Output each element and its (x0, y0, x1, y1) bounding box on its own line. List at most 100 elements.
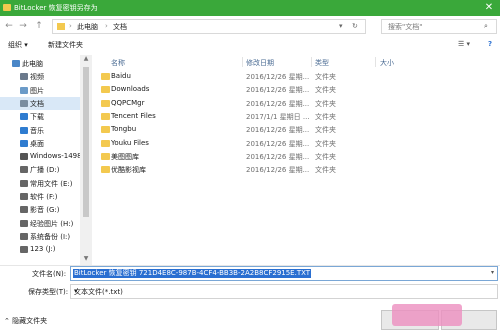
file-date: 2016/12/26 星期... (246, 99, 310, 108)
search-placeholder: 搜索"文档" (388, 23, 423, 31)
folder-icon (101, 73, 110, 80)
search-input[interactable]: 搜索"文档" ⌕ (381, 19, 497, 34)
sidebar-item[interactable]: 下载 (0, 110, 80, 123)
folder-icon (57, 23, 65, 30)
file-date: 2016/12/26 星期... (246, 139, 310, 148)
file-row[interactable]: Baidu 2016/12/26 星期... 文件夹 (97, 70, 397, 83)
sidebar-item[interactable]: 系统备份 (I:) (0, 230, 80, 243)
sidebar-item[interactable]: 文档 (0, 96, 80, 110)
sidebar-item[interactable]: Windows-1498 (0, 150, 82, 163)
sidebar-item-label: 文档 (30, 99, 44, 108)
file-name: Tongbu (111, 125, 137, 134)
filename-label: 文件名(N): (32, 270, 67, 278)
file-row[interactable]: Tencent Files 2017/1/1 星期日 ... 文件夹 (97, 110, 397, 123)
sidebar-item[interactable]: 软件 (F:) (0, 190, 80, 203)
scroll-up-icon[interactable]: ▲ (80, 55, 92, 65)
sidebar-item[interactable]: 广播 (D:) (0, 163, 80, 176)
drive-icon (20, 193, 28, 200)
column-divider[interactable] (242, 57, 243, 67)
sidebar-item[interactable]: 影音 (G:) (0, 203, 80, 216)
breadcrumb-sep: › (105, 22, 108, 30)
sidebar-item-label: 影音 (G:) (30, 206, 60, 215)
file-type: 文件夹 (315, 166, 336, 175)
sidebar-item[interactable]: 经验图片 (H:) (0, 217, 80, 230)
folder-icon (101, 166, 110, 174)
column-date[interactable]: 修改日期 (246, 58, 274, 68)
folder-icon (101, 152, 110, 160)
folder-icon (101, 86, 110, 94)
view-options-icon[interactable]: ☰ ▾ (458, 40, 470, 48)
new-folder-button[interactable]: 新建文件夹 (48, 40, 83, 50)
search-icon: ⌕ (484, 22, 488, 30)
scroll-down-icon[interactable]: ▼ (80, 255, 92, 265)
sidebar-item-label: 软件 (F:) (30, 193, 58, 201)
close-icon[interactable]: ✕ (482, 1, 496, 15)
sidebar-item[interactable]: 常用文件 (E:) (0, 177, 80, 190)
filetype-select[interactable]: 文本文件(*.txt) ▾ (70, 284, 498, 299)
file-row[interactable]: Youku Files 2016/12/26 星期... 文件夹 (97, 137, 397, 150)
drive-icon (20, 246, 28, 254)
desktop-icon (20, 139, 28, 147)
hide-folders-toggle[interactable]: ⌃ 隐藏文件夹 (4, 316, 47, 326)
file-row[interactable]: 美图图库 2016/12/26 星期... 文件夹 (97, 150, 397, 163)
document-icon (20, 99, 28, 107)
refresh-icon[interactable]: ↻ (352, 22, 358, 30)
file-type: 文件夹 (315, 152, 336, 161)
file-type: 文件夹 (315, 112, 336, 121)
drive-icon (20, 206, 28, 214)
help-icon[interactable]: ? (488, 40, 492, 48)
column-divider[interactable] (311, 57, 312, 67)
file-name: 优酷影视库 (111, 166, 146, 175)
file-date: 2016/12/26 星期... (246, 152, 310, 161)
sidebar-item-label: 经验图片 (H:) (30, 219, 74, 228)
toolbar: 组织 ▾ 新建文件夹 ☰ ▾ ? (0, 37, 500, 53)
sidebar-item[interactable]: 音乐 (0, 124, 80, 137)
download-icon (20, 113, 28, 121)
breadcrumb-this-pc[interactable]: 此电脑 (77, 22, 98, 32)
app-icon (3, 4, 11, 11)
file-row[interactable]: 优酷影视库 2016/12/26 星期... 文件夹 (97, 163, 397, 176)
drive-icon (20, 166, 28, 174)
chevron-down-icon[interactable]: ▾ (491, 269, 494, 276)
file-name: QQPCMgr (111, 98, 145, 107)
sidebar-item[interactable]: 桌面 (0, 137, 80, 150)
sidebar-item-label: 系统备份 (I:) (30, 232, 71, 241)
filename-field[interactable]: BitLocker 恢复密钥 721D4E8C-987B-4CF4-BB3B-2… (70, 266, 498, 281)
column-type[interactable]: 类型 (315, 58, 329, 68)
chevron-up-icon: ⌃ (4, 317, 13, 325)
sidebar-item[interactable]: 图片 (0, 84, 80, 97)
file-row[interactable]: QQPCMgr 2016/12/26 星期... 文件夹 (97, 97, 397, 110)
forward-icon[interactable]: → (18, 20, 28, 32)
file-name: Baidu (111, 72, 131, 80)
back-icon[interactable]: ← (4, 20, 14, 32)
scrollbar-thumb[interactable] (83, 67, 89, 217)
sidebar-item-label: Windows-1498 (30, 152, 82, 161)
sidebar-item-label: 广播 (D:) (30, 166, 60, 175)
sidebar-item[interactable]: 视频 (0, 70, 80, 83)
file-row[interactable]: Downloads 2016/12/26 星期... 文件夹 (97, 83, 397, 96)
sidebar-item-label: 图片 (30, 86, 44, 95)
address-bar[interactable]: › 此电脑 › 文档 ▾ ↻ (52, 19, 366, 34)
breadcrumb-sep: › (69, 22, 72, 30)
sidebar-item[interactable]: 此电脑 (0, 57, 72, 70)
sidebar-item-label: 桌面 (30, 139, 44, 148)
chevron-down-icon[interactable]: ▾ (74, 287, 494, 295)
column-size[interactable]: 大小 (380, 58, 394, 68)
filename-value: BitLocker 恢复密钥 721D4E8C-987B-4CF4-BB3B-2… (73, 269, 312, 278)
file-name: 美图图库 (111, 152, 139, 161)
breadcrumb-documents[interactable]: 文档 (113, 22, 127, 32)
file-name: Tencent Files (111, 111, 156, 120)
sidebar-item-label: 音乐 (30, 126, 44, 135)
sidebar-item-label: 视频 (30, 73, 44, 82)
hide-folders-label: 隐藏文件夹 (12, 317, 48, 325)
column-name[interactable]: 名称 (111, 58, 125, 68)
drive-icon (20, 179, 28, 187)
column-divider[interactable] (375, 57, 376, 67)
file-row[interactable]: Tongbu 2016/12/26 星期... 文件夹 (97, 123, 397, 136)
chevron-down-icon[interactable]: ▾ (339, 22, 343, 30)
organize-button[interactable]: 组织 ▾ (8, 40, 28, 50)
up-icon[interactable]: ↑ (34, 20, 44, 32)
sidebar-scrollbar[interactable]: ▲ ▼ (80, 55, 92, 265)
sidebar-item[interactable]: 123 (J:) (0, 243, 80, 256)
file-date: 2016/12/26 星期... (246, 73, 310, 81)
